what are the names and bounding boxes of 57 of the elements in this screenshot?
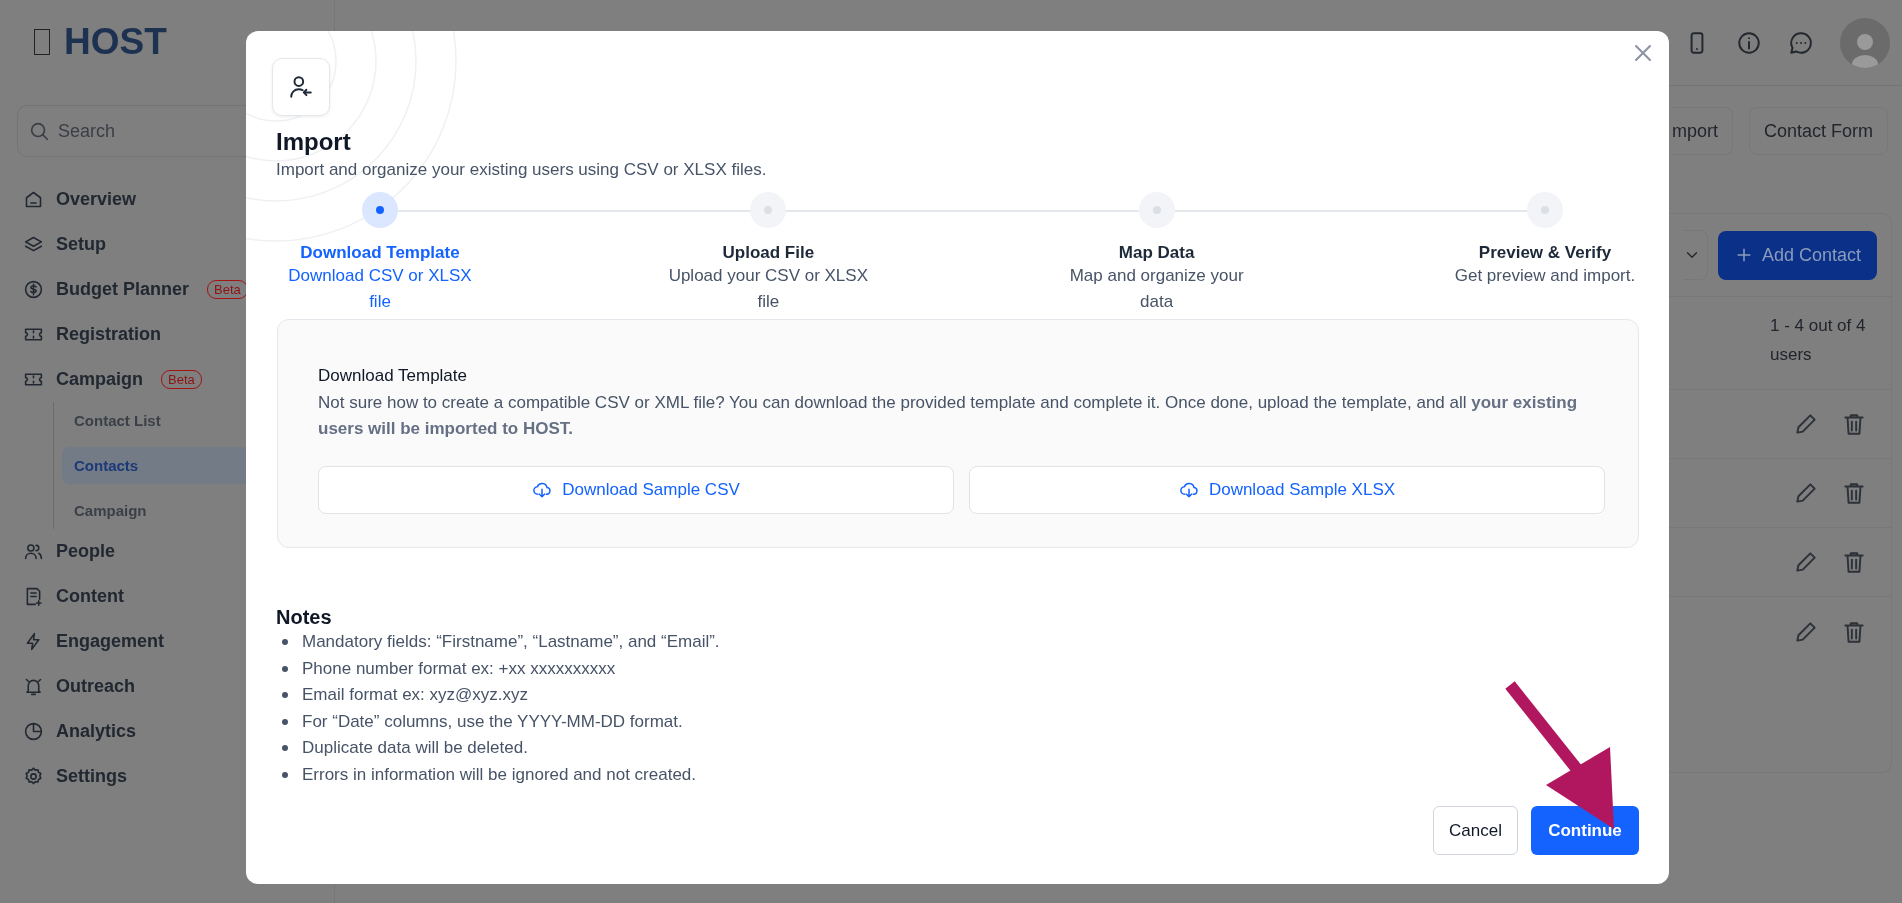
search-icon [28,120,50,142]
chat-bubble-icon [1788,29,1814,56]
people-icon [23,541,44,562]
info-icon [1736,29,1762,56]
bullet-icon [282,771,288,778]
note-text: Duplicate data will be deleted. [302,737,528,759]
continue-button[interactable]: Continue [1531,806,1639,855]
download-button[interactable]: Download Sample XLSX [969,466,1605,514]
dropdown-field[interactable] [1682,230,1708,280]
edit-icon [1793,480,1819,506]
modal-subtitle: Import and organize your existing users using CSV or XLSX files. [276,160,768,180]
note-text: Mandatory fields: “Firstname”, “Lastname”, and “Email”. [302,631,720,653]
add-contact-button[interactable]: Add Contact [1717,230,1877,280]
panel-description: Not sure how to create a compatible CSV or XML file? You can download the provided template and complete it. Once done, upload the template, and all your existing users will be imported to HOST. [318,392,1579,440]
note-text: For “Date” columns, use the YYYY-MM-DD format. [302,710,683,733]
home-icon [23,189,44,210]
logo-icon [34,29,50,55]
dollar-coin-icon [23,279,44,300]
bullet-icon [282,665,288,672]
step-title[interactable]: Upload File [722,243,815,263]
step-description: Map and organize your data [1068,265,1245,313]
bullet-icon [282,718,288,725]
edit-icon [1793,549,1819,575]
step-description: Get preview and import. [1453,265,1637,287]
trash-icon [1841,411,1867,437]
bell-icon [23,676,44,697]
edit-icon [1793,411,1819,437]
pie-chart-icon [23,721,44,742]
user-import-icon [272,58,330,116]
bullet-icon [282,639,288,646]
nav-item[interactable]: People [0,529,334,574]
toolbar-button[interactable]: Contact Form [1748,107,1888,155]
nav-item[interactable]: Overview [0,177,334,222]
avatar-icon[interactable] [1840,17,1890,68]
trash-icon [1841,480,1867,506]
step-title[interactable]: Map Data [1118,243,1195,263]
cloud-download-icon [532,480,553,500]
panel-title: Download Template [318,366,468,386]
step-description: Upload your CSV or XLSX file [668,265,869,313]
trash-icon [1841,549,1867,575]
cloud-download-icon [1178,480,1199,500]
note-text: Phone number format ex: +xx xxxxxxxxxx [302,657,616,680]
note-text: Email format ex: xyz@xyz.xyz [302,684,528,706]
nav-item[interactable]: Registration [0,312,334,357]
notes-title: Notes [276,606,333,629]
cancel-button[interactable]: Cancel [1433,806,1518,855]
bullet-icon [282,692,288,699]
download-button[interactable]: Download Sample CSV [318,466,954,514]
toolbar-button[interactable]: mport [1671,107,1733,155]
bullet-icon [282,745,288,752]
step-description: Download CSV or XLSX file [287,265,473,313]
note-text: Errors in information will be ignored and not created. [302,763,697,786]
beta-badge: Beta [161,370,202,389]
step-title[interactable]: Download Template [300,243,460,263]
step-title[interactable]: Preview & Verify [1478,243,1612,263]
settings-icon [23,766,44,787]
logo-text: HOST [64,21,167,63]
